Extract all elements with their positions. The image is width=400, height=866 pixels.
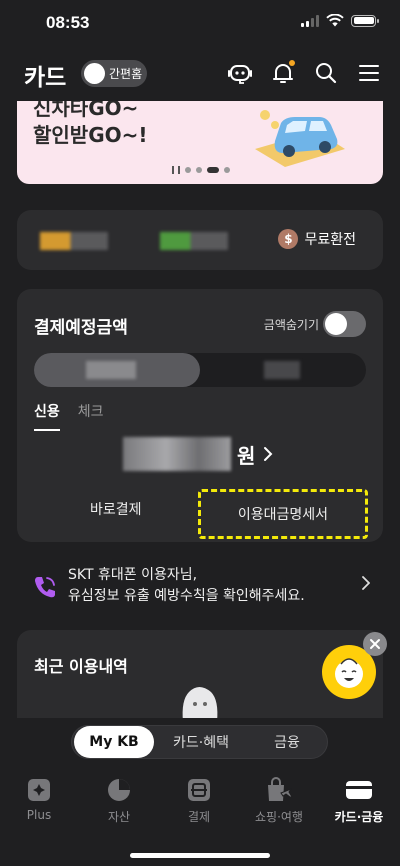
instant-pay-button[interactable]: 바로결제 [90, 499, 142, 519]
carousel-indicator[interactable] [172, 166, 230, 174]
nav-label: 결제 [187, 810, 211, 824]
mascot-face-icon [335, 658, 363, 688]
phone-call-icon [35, 577, 55, 598]
chatbot-button[interactable] [227, 60, 253, 86]
simple-home-toggle[interactable]: 간편홈 [81, 60, 147, 87]
pie-chart-icon [108, 779, 130, 801]
billing-statement-button[interactable]: 이용대금명세서 [198, 489, 368, 539]
chevron-right-icon [264, 447, 273, 461]
hamburger-menu-icon [359, 65, 379, 81]
chatbot-icon [228, 65, 252, 84]
promo-banner[interactable]: 신차타GO~ 할인받GO~! [17, 101, 383, 184]
app-header: 카드 간편홈 [0, 54, 400, 94]
header-icons [227, 60, 382, 86]
redacted-card-name [264, 361, 300, 379]
wifi-icon [326, 14, 344, 27]
mode-option-label: 카드·혜택 [173, 735, 229, 751]
card-selector[interactable] [34, 353, 366, 387]
mode-option-finance[interactable]: 금융 [248, 726, 326, 758]
carousel-dot [224, 167, 230, 173]
search-button[interactable] [313, 60, 339, 86]
notification-dot [289, 60, 295, 66]
mode-option-label: My KB [89, 734, 139, 750]
nav-plus[interactable]: Plus [4, 776, 74, 822]
status-bar: 08:53 [0, 0, 400, 46]
menu-button[interactable] [356, 60, 382, 86]
mode-option-card-benefit[interactable]: 카드·혜택 [156, 726, 246, 758]
nav-shopping-travel[interactable]: 쇼핑·여행 [244, 776, 314, 825]
mode-option-label: 금융 [274, 735, 300, 751]
tab-credit[interactable]: 신용 [34, 401, 60, 431]
page-title: 카드 [24, 65, 67, 91]
credit-card-icon [346, 781, 372, 799]
notice-line1: SKT 휴대폰 이용자님, [68, 567, 198, 583]
notification-button[interactable] [270, 60, 296, 86]
chevron-right-icon [362, 576, 370, 590]
scheduled-payment-card: 결제예정금액 금액숨기기 신용 체크 원 바로결제 이용대금명세서 [17, 289, 383, 542]
close-mascot-button[interactable] [363, 632, 387, 656]
plus-sparkle-icon [28, 779, 50, 801]
free-exchange-button[interactable]: $ 무료환전 [278, 229, 356, 249]
banner-line1: 신차타GO~ [33, 101, 139, 120]
carousel-dot [185, 167, 191, 173]
toggle-knob [84, 63, 105, 84]
nav-label: 카드·금융 [334, 810, 384, 824]
recent-usage-title: 최근 이용내역 [34, 657, 128, 676]
payment-title: 결제예정금액 [34, 318, 128, 338]
card-selector-active[interactable] [34, 353, 200, 387]
skt-notice-banner[interactable]: SKT 휴대폰 이용자님, 유심정보 유출 예방수칙을 확인해주세요. [30, 562, 370, 612]
billing-statement-label: 이용대금명세서 [237, 507, 329, 523]
nav-label: Plus [26, 808, 52, 822]
nav-card-finance[interactable]: 카드·금융 [324, 776, 394, 825]
card-type-tabs: 신용 체크 [34, 401, 104, 431]
carousel-dot-active [207, 167, 219, 173]
points-card[interactable]: $ 무료환전 [17, 210, 383, 270]
banner-line2: 할인받GO~! [33, 123, 148, 147]
payment-amount[interactable]: 원 [123, 437, 273, 471]
notice-text: SKT 휴대폰 이용자님, 유심정보 유출 예방수칙을 확인해주세요. [68, 565, 305, 607]
shopping-bag-plane-icon [268, 777, 293, 801]
nav-label: 쇼핑·여행 [255, 810, 303, 824]
close-icon [370, 639, 380, 649]
dollar-coin-icon: $ [278, 229, 299, 249]
cellular-signal-icon [301, 14, 319, 27]
pause-icon[interactable] [172, 166, 180, 174]
battery-icon [351, 14, 379, 27]
toggle-knob [325, 313, 347, 335]
nav-label: 자산 [107, 810, 131, 824]
redacted-amount [123, 437, 231, 471]
payment-actions: 바로결제 이용대금명세서 [17, 489, 383, 539]
currency-unit: 원 [237, 443, 256, 468]
hide-amount-toggle[interactable] [323, 311, 366, 337]
mode-option-mykb[interactable]: My KB [74, 726, 154, 758]
hide-amount-label: 금액숨기기 [263, 318, 319, 332]
nav-assets[interactable]: 자산 [84, 776, 154, 825]
search-icon [316, 63, 337, 84]
banner-text: 신차타GO~ 할인받GO~! [33, 101, 148, 149]
scan-pay-icon [188, 779, 210, 801]
status-time: 08:53 [46, 13, 90, 32]
nav-payment[interactable]: 결제 [164, 776, 234, 825]
simple-home-label: 간편홈 [109, 67, 143, 81]
notice-line2: 유심정보 유출 예방수칙을 확인해주세요. [68, 588, 305, 604]
home-indicator[interactable] [130, 853, 270, 858]
redacted-card-name [86, 361, 136, 379]
bottom-area: My KB 카드·혜택 금융 Plus 자산 결제 쇼핑·여행 카드·금융 [0, 718, 400, 866]
tab-check[interactable]: 체크 [78, 401, 104, 431]
redacted-point-1 [40, 232, 108, 250]
free-exchange-label: 무료환전 [304, 232, 356, 248]
redacted-point-2 [160, 232, 228, 250]
mode-switch: My KB 카드·혜택 금융 [71, 725, 328, 759]
bottom-nav: Plus 자산 결제 쇼핑·여행 카드·금융 [0, 776, 400, 836]
carousel-dot [196, 167, 202, 173]
car-illustration [255, 110, 345, 167]
status-icons [301, 14, 379, 27]
